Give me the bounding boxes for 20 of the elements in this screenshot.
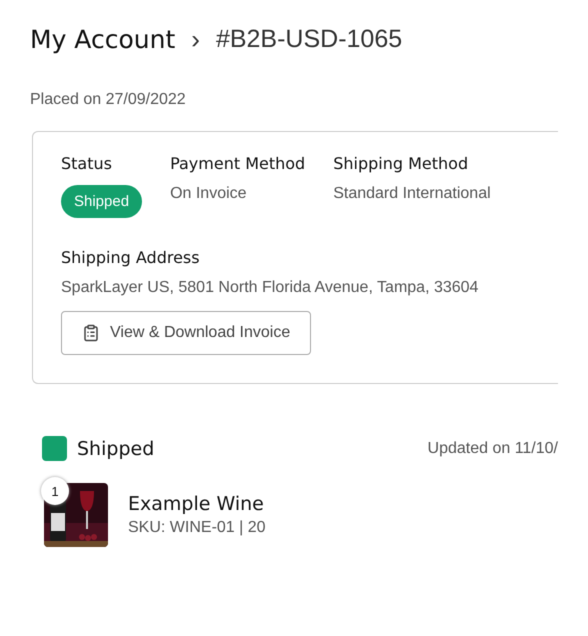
breadcrumb-separator: › [191, 24, 200, 55]
placed-date: Placed on 27/09/2022 [30, 91, 187, 109]
detail-value: Standard International [333, 185, 491, 203]
updated-date: Updated on 11/10/ [428, 440, 558, 458]
product-sku: SKU: WINE-01 | 20 [128, 519, 266, 537]
detail-label: Payment Method [170, 154, 306, 173]
product-name: Example Wine [128, 493, 265, 515]
detail-value: On Invoice [170, 185, 247, 203]
address-label: Shipping Address [61, 248, 200, 267]
shipment-status: Shipped [77, 438, 154, 460]
detail-label: Status [61, 154, 112, 173]
quantity-badge: 1 [41, 477, 69, 505]
detail-label: Shipping Method [333, 154, 468, 173]
status-badge: Shipped [61, 185, 142, 218]
order-number: #B2B-USD-1065 [216, 25, 402, 54]
page-title[interactable]: My Account [30, 25, 176, 54]
address-value: SparkLayer US, 5801 North Florida Avenue, Tampa, 33604 [61, 279, 478, 297]
invoice-button[interactable]: View & Download Invoice [61, 311, 312, 355]
status-square [42, 436, 67, 461]
clipboard-icon [82, 324, 100, 342]
